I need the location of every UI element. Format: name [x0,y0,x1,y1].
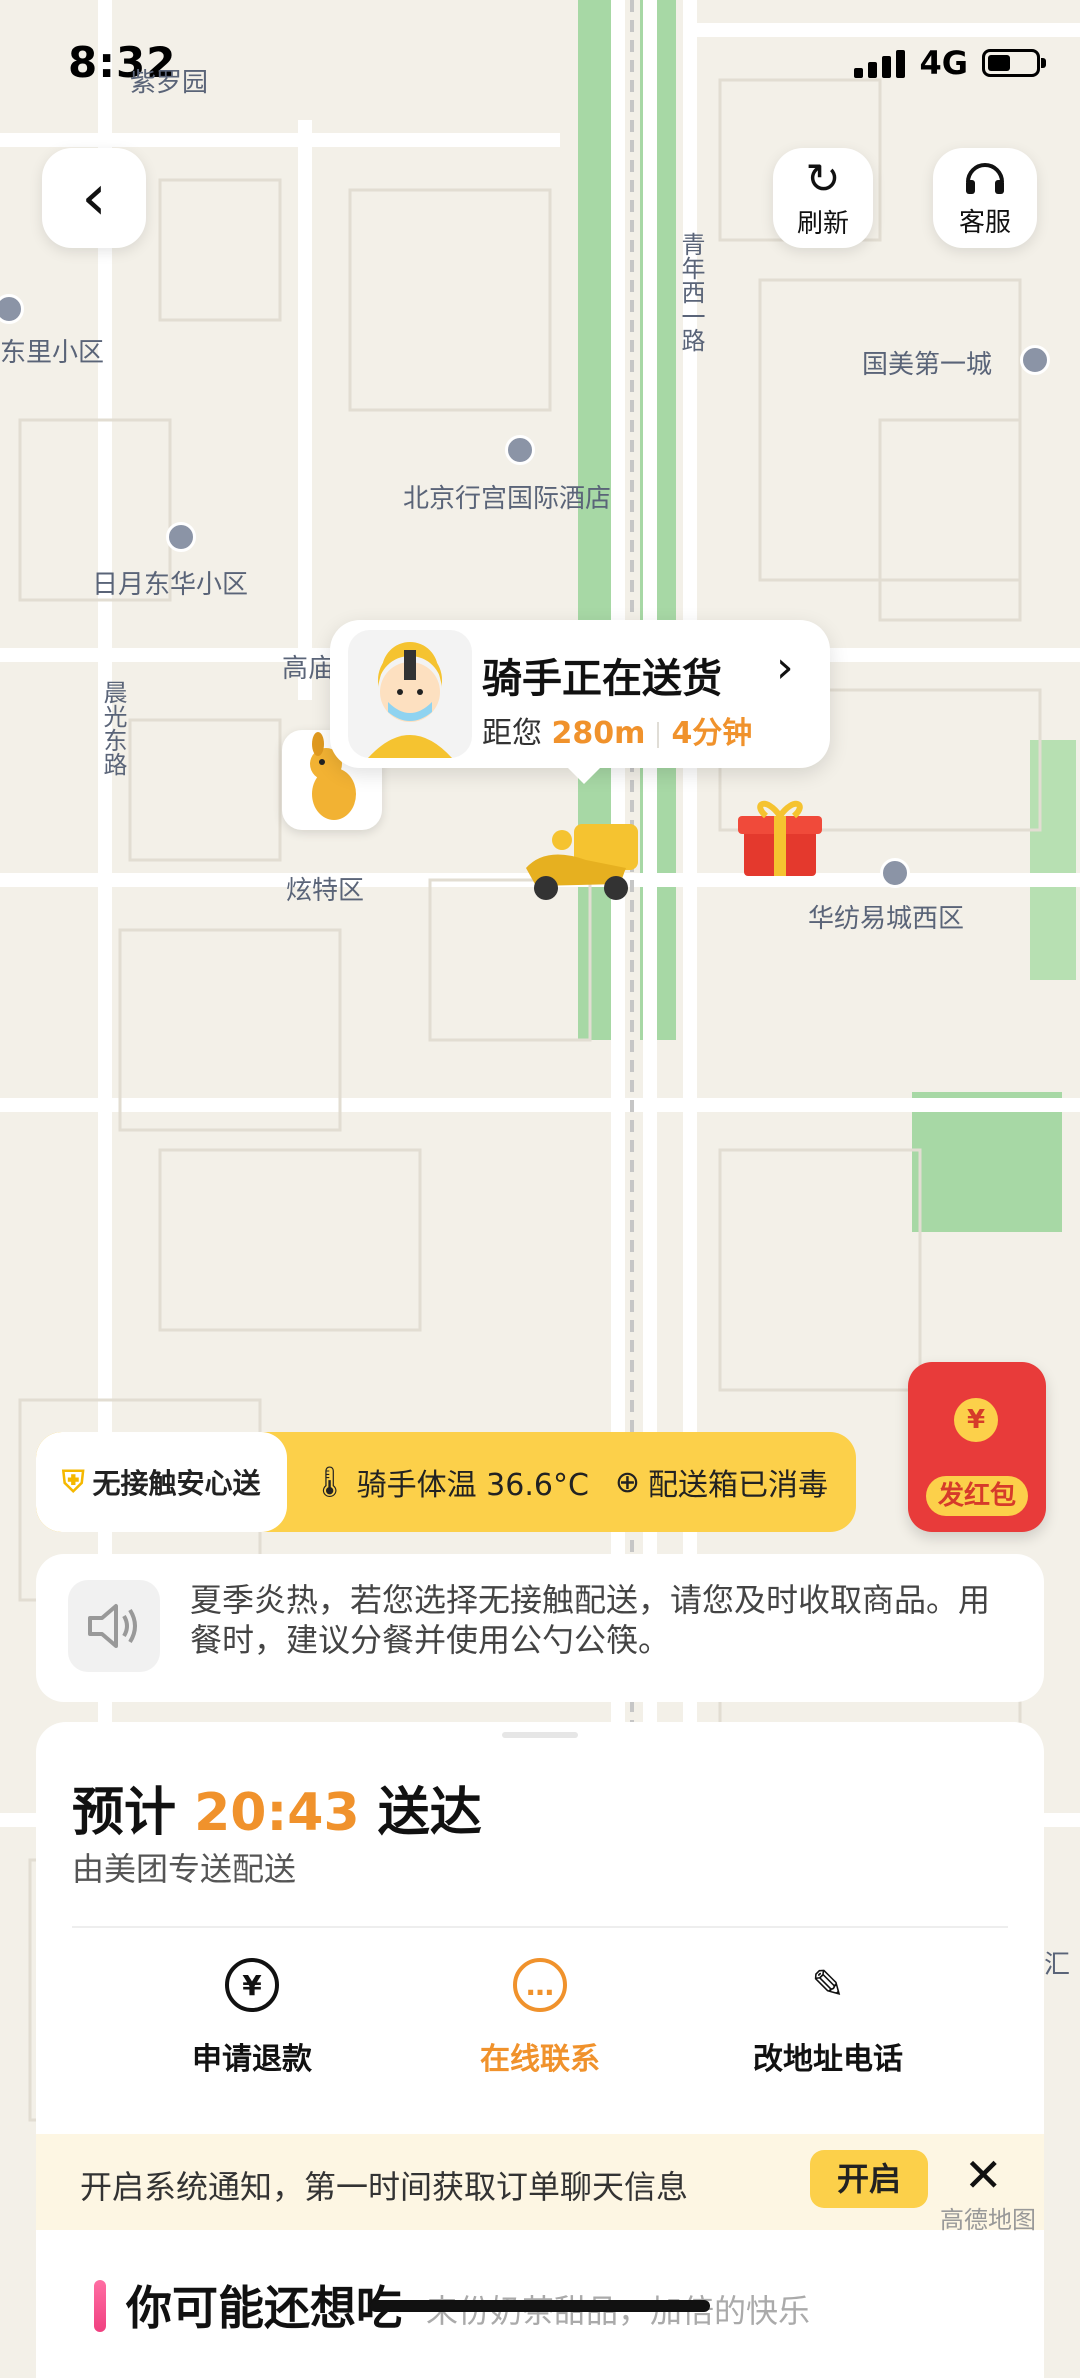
gift-icon [738,801,822,876]
poi-marker [1020,345,1050,375]
battery-icon [982,49,1046,77]
contact-online-button[interactable]: … 在线联系 [420,1958,660,2078]
rider-distance: 280m [551,716,646,751]
disinfect-icon: ⊕ [614,1464,641,1500]
shield-icon: ⛨ [62,1464,85,1500]
red-packet-label: 发红包 [926,1476,1028,1516]
refresh-label: 刷新 [796,208,849,239]
map-label: 青年西一路 [677,232,705,352]
courier-info: 由美团专送配送 [72,1850,297,1888]
network-type: 4G [919,44,968,82]
poi-marker [166,522,196,552]
chat-icon: … [513,1958,567,2012]
edit-address-button[interactable]: ✎ 改地址电话 [708,1958,948,2078]
order-panel: 预计 20:43 送达 由美团专送配送 ¥ 申请退款 … 在线联系 ✎ 改地址电… [36,1722,1044,2378]
eta-suffix: 送达 [377,1783,482,1843]
contactless-delivery-strip[interactable]: ⛨ 无接触安心送 🌡 骑手体温 36.6°C ⊕ 配送箱已消毒 [36,1432,856,1532]
refund-label: 申请退款 [192,2042,312,2077]
map-label: 日月东华小区 [92,570,249,600]
distance-prefix: 距您 [482,716,542,751]
signal-icon [854,48,906,78]
poi-marker [880,858,910,888]
rider-icon [368,642,452,758]
thermometer-icon: 🌡 [310,1464,349,1500]
contact-online-label: 在线联系 [480,2042,600,2077]
summer-notice: 夏季炎热，若您选择无接触配送，请您及时收取商品。用餐时，建议分餐并使用公勺公筷。 [36,1554,1044,1702]
map-label: 汇 [1044,1950,1071,1980]
close-icon[interactable]: ✕ [964,2148,1003,2202]
gift-marker[interactable] [730,788,830,888]
scooter-icon [526,824,638,900]
map-label: 北京行宫国际酒店 [403,484,612,514]
map-label: 华纺易城西区 [808,904,965,934]
chevron-right-icon: › [776,642,794,693]
hotel-icon [505,435,535,465]
refund-icon: ¥ [225,1958,279,2012]
recommend-section: 你可能还想吃 来份奶茶甜品，加倍的快乐 [36,2258,1044,2378]
edit-icon: ✎ [811,1962,845,2008]
eta-time: 20:43 [194,1783,360,1843]
map-attribution: 高德地图 [940,2206,1036,2234]
headset-icon [966,162,1004,194]
home-indicator[interactable] [370,2300,710,2312]
service-label: 客服 [958,207,1011,238]
refresh-icon: ↻ [805,153,841,203]
rider-temperature: 骑手体温 36.6°C [356,1468,589,1503]
rider-avatar [348,630,472,758]
customer-service-button[interactable]: 客服 [933,148,1037,248]
map-label: 紫罗园 [130,68,209,98]
rider-eta: 4分钟 [671,716,753,751]
rider-status-title: 骑手正在送货 [482,656,722,702]
notification-banner: 开启系统通知，第一时间获取订单聊天信息 开启 ✕ [36,2134,1044,2230]
edit-address-label: 改地址电话 [753,2042,903,2077]
map-label: 炫特区 [286,876,365,906]
badge-label: 无接触安心送 [92,1467,261,1500]
map-label: 高庙 [282,654,335,684]
map-label: 国美第一城 [862,350,993,380]
delivery-eta: 预计 20:43 送达 [72,1770,482,1845]
divider [72,1926,1008,1928]
map-label: 东里小区 [0,338,105,368]
red-packet-button[interactable]: ¥ 发红包 [908,1362,1046,1532]
rider-distance-info: 距您 280m 4分钟 [482,708,752,752]
box-disinfected: 配送箱已消毒 [648,1468,829,1503]
notice-text: 夏季炎热，若您选择无接触配送，请您及时收取商品。用餐时，建议分餐并使用公勺公筷。 [190,1581,991,1659]
contactless-badge: ⛨ 无接触安心送 [36,1432,287,1532]
coin-icon: ¥ [954,1398,998,1442]
map-label: 晨光东路 [99,680,127,776]
rider-scooter-marker[interactable] [516,808,646,908]
rider-status-bubble[interactable]: 骑手正在送货 › 距您 280m 4分钟 [330,620,830,784]
refresh-button[interactable]: ↻ 刷新 [773,148,873,248]
notify-text: 开启系统通知，第一时间获取订单聊天信息 [80,2168,689,2206]
enable-notify-button[interactable]: 开启 [810,2150,928,2208]
drag-handle[interactable] [502,1732,578,1738]
back-button[interactable]: ‹ [42,148,146,248]
recommend-title: 你可能还想吃 [126,2281,402,2335]
eta-prefix: 预计 [72,1783,177,1843]
speaker-icon [68,1580,160,1672]
chevron-left-icon: ‹ [81,161,107,235]
status-indicators: 4G [854,44,1046,82]
refund-button[interactable]: ¥ 申请退款 [132,1958,372,2078]
section-accent-bar [94,2280,106,2332]
